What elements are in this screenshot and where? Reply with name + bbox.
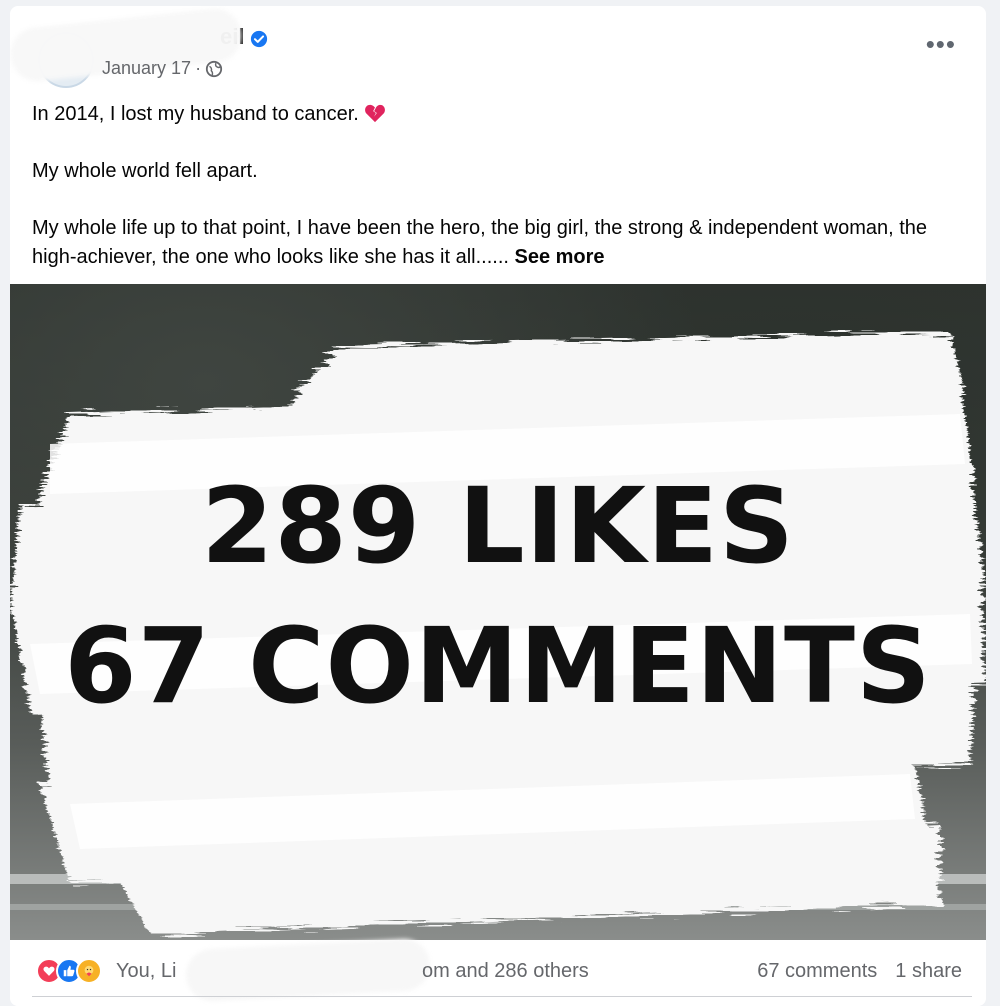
post-text: In 2014, I lost my husband to cancer. My… xyxy=(32,100,962,300)
more-options-button[interactable]: ••• xyxy=(926,31,956,57)
post-line-1: In 2014, I lost my husband to cancer. xyxy=(32,100,962,129)
comments-count-link[interactable]: 67 comments xyxy=(757,960,877,983)
comments-overlay-text: 67 COMMENTS xyxy=(64,605,932,727)
globe-icon xyxy=(205,60,223,78)
broken-heart-icon xyxy=(364,103,386,123)
post-card: eil January 17 · ••• In 2014, I lost my … xyxy=(10,6,986,1006)
likes-overlay-text: 289 LIKES xyxy=(201,465,795,587)
post-image[interactable]: 289 LIKES 67 COMMENTS xyxy=(10,284,986,940)
reactors-redaction xyxy=(184,937,432,1003)
engagement-counts: 67 comments 1 share xyxy=(757,960,962,983)
post-meta: January 17 · xyxy=(102,58,223,79)
post-line-3: My whole life up to that point, I have b… xyxy=(32,217,928,268)
reaction-icons[interactable] xyxy=(36,958,102,984)
footer-divider xyxy=(32,996,972,997)
post-date[interactable]: January 17 xyxy=(102,58,191,79)
see-more-link[interactable]: See more xyxy=(515,246,605,268)
care-reaction-icon xyxy=(76,958,102,984)
shares-count-link[interactable]: 1 share xyxy=(895,960,962,983)
post-line-2: My whole world fell apart. xyxy=(32,160,258,182)
verified-badge-icon xyxy=(250,28,268,48)
reactors-names-start[interactable]: You, Li xyxy=(116,960,176,983)
reactors-names-end[interactable]: om and 286 others xyxy=(422,960,589,983)
